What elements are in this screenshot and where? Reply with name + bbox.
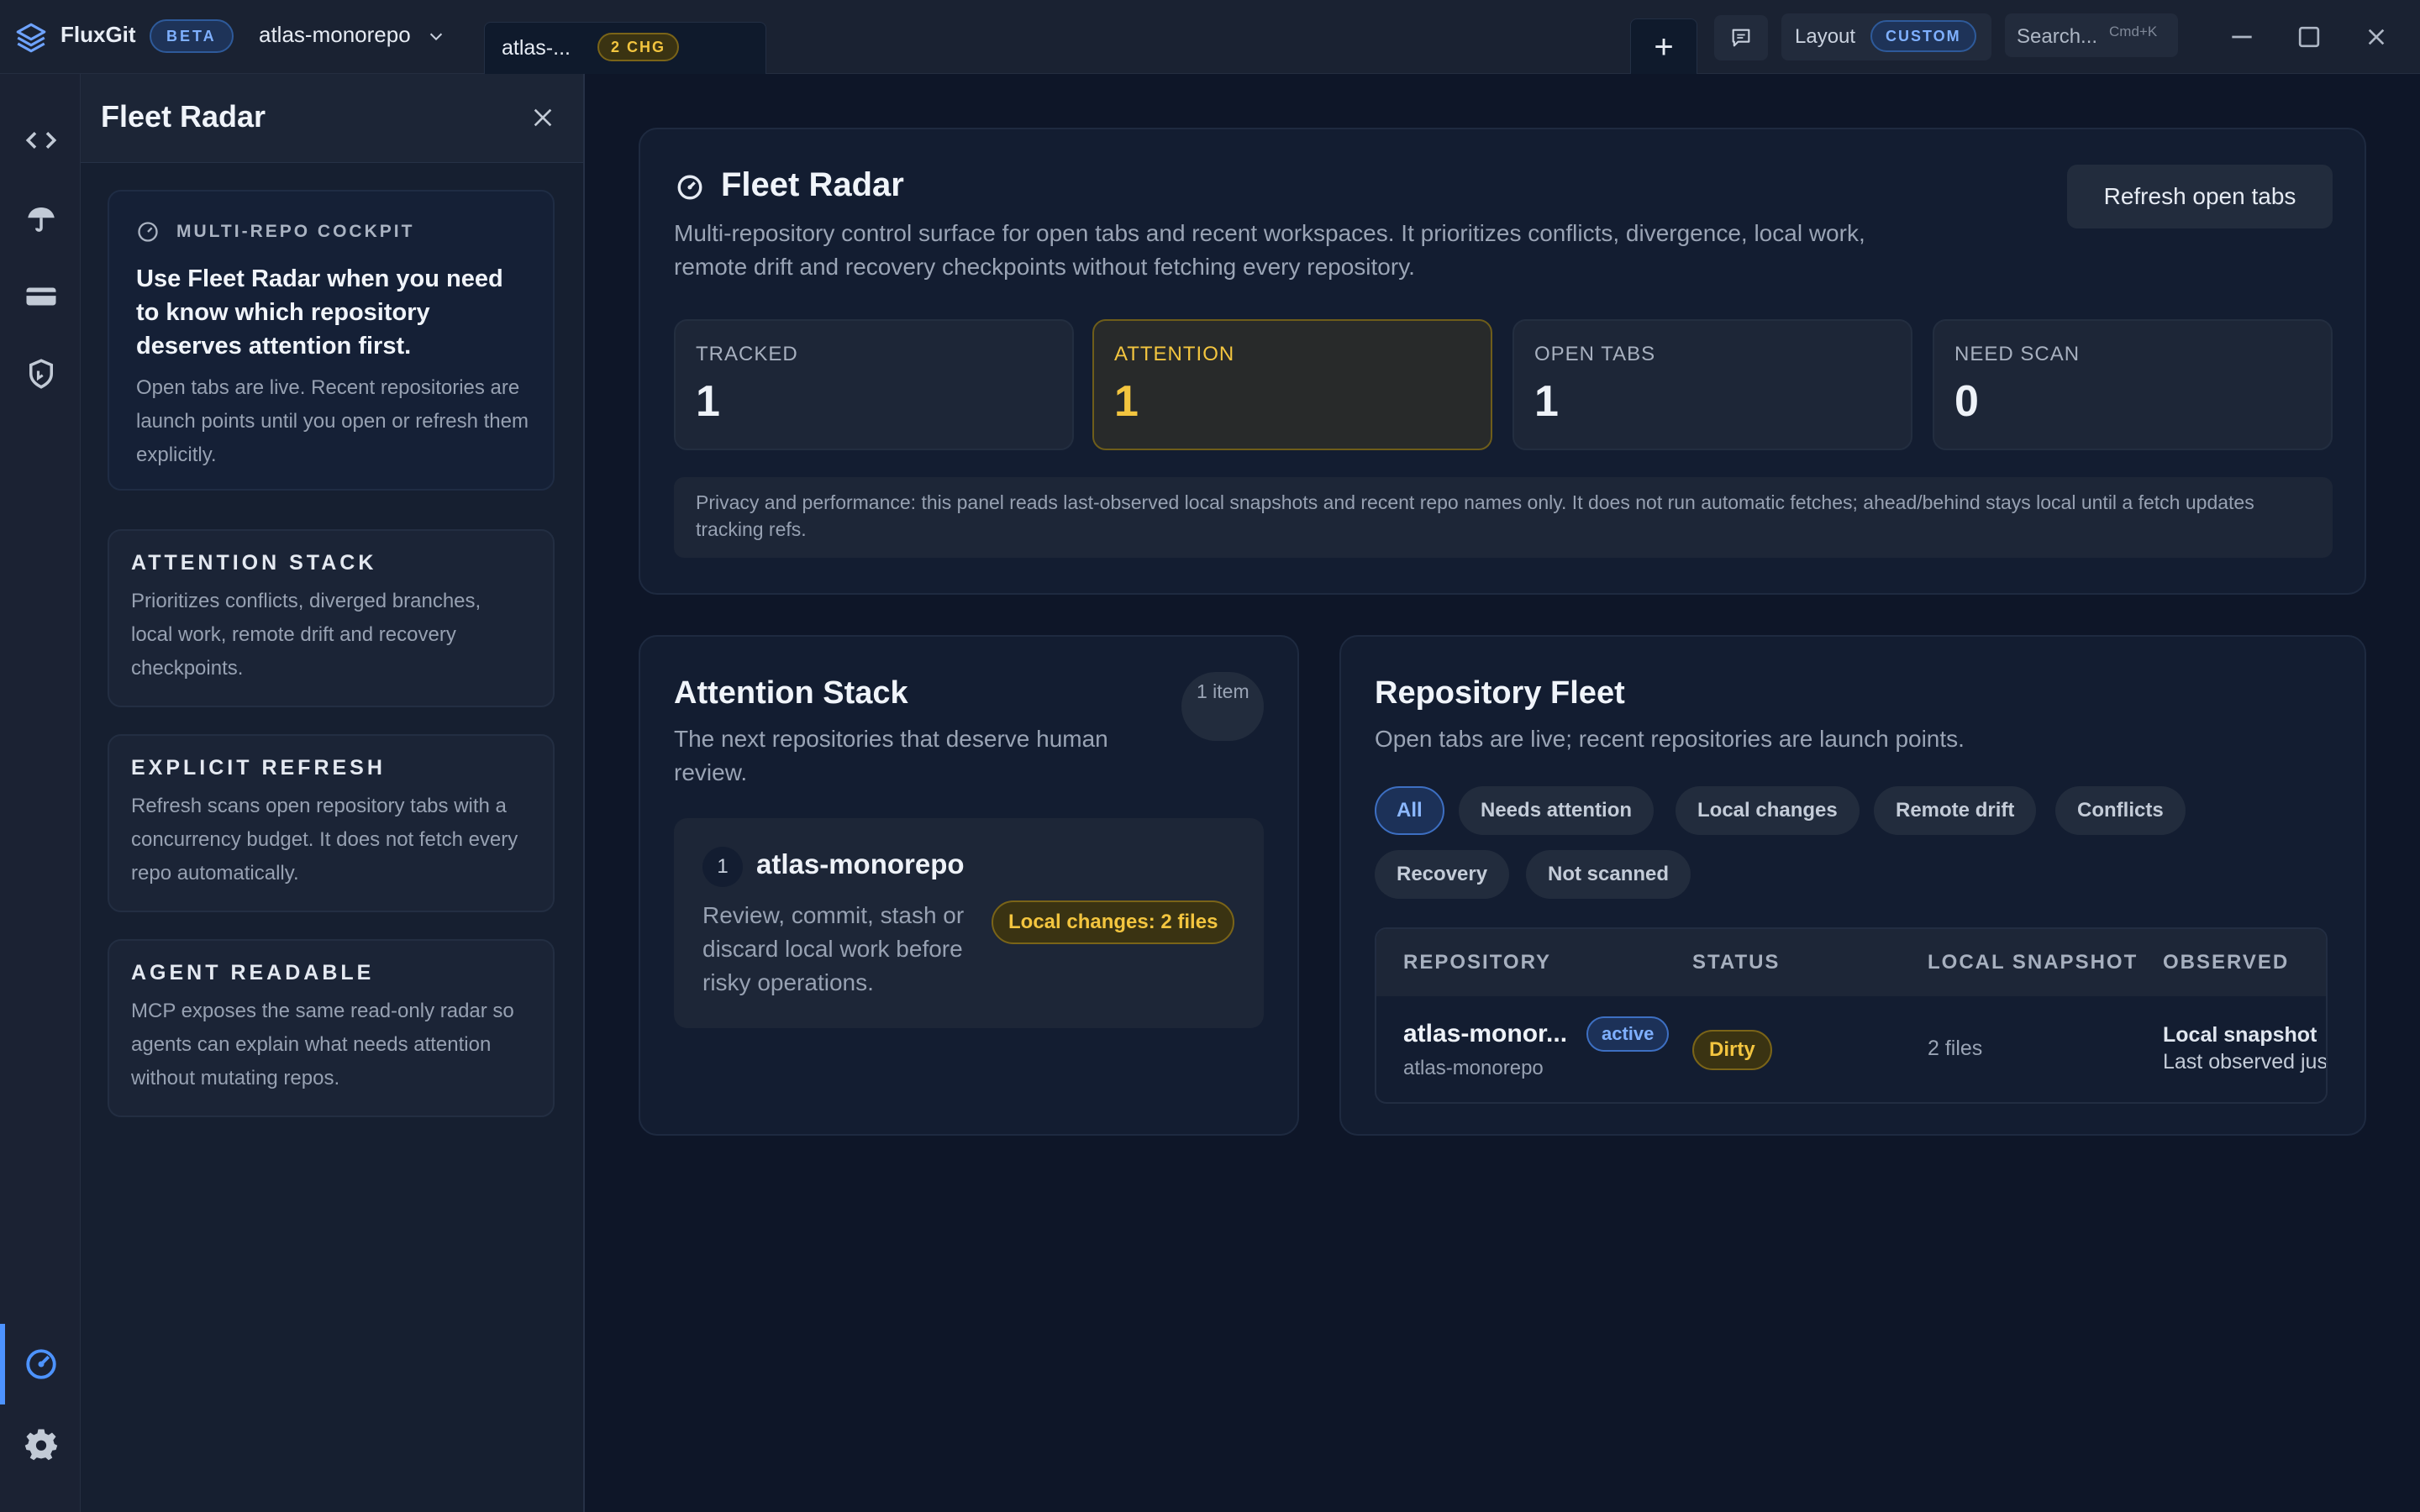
explicit-refresh-card-title: EXPLICIT REFRESH xyxy=(131,756,386,780)
stat-value: 1 xyxy=(696,377,720,426)
agent-readable-card-body: MCP exposes the same read-only radar so … xyxy=(131,1000,514,1089)
filter-conflicts[interactable]: Conflicts xyxy=(2055,786,2186,835)
sidebar-title: Fleet Radar xyxy=(101,99,266,134)
repository-fleet-panel: Repository Fleet Open tabs are live; rec… xyxy=(1339,635,2366,1136)
attention-stack-card: ATTENTION STACK Prioritizes conflicts, d… xyxy=(108,529,555,707)
radar-icon[interactable] xyxy=(24,1347,59,1382)
gear-icon[interactable] xyxy=(24,1426,59,1462)
maximize-icon[interactable] xyxy=(2292,20,2326,54)
attention-description: Review, commit, stash or discard local w… xyxy=(702,902,965,995)
cockpit-card: MULTI-REPO COCKPIT Use Fleet Radar when … xyxy=(108,190,555,491)
stat-value: 1 xyxy=(1534,377,1559,426)
chat-icon xyxy=(1732,29,1750,47)
activity-rail xyxy=(0,74,81,1512)
attention-item[interactable]: 1 atlas-monorepo Review, commit, stash o… xyxy=(674,818,1264,1028)
page-description: Multi-repository control surface for ope… xyxy=(674,220,1865,280)
cockpit-lead: Use Fleet Radar when you need to know wh… xyxy=(136,265,503,360)
sidebar-header: Fleet Radar xyxy=(81,74,583,163)
radar-small-icon xyxy=(138,222,158,242)
minimize-icon[interactable] xyxy=(2225,20,2259,54)
filter-local-changes[interactable]: Local changes xyxy=(1676,786,1860,835)
column-observed[interactable]: OBSERVED xyxy=(2163,951,2289,974)
repo-name: atlas-monor... xyxy=(1403,1020,1568,1047)
repository-fleet-title: Repository Fleet xyxy=(1375,675,1625,711)
cockpit-kicker: MULTI-REPO COCKPIT xyxy=(176,222,415,241)
agent-readable-card-title: AGENT READABLE xyxy=(131,961,375,984)
attention-stack-subtitle: The next repositories that deserve human… xyxy=(674,726,1108,785)
local-snapshot-value: 2 files xyxy=(1928,1037,1983,1060)
repo-tab[interactable]: atlas-... 2 CHG xyxy=(484,22,766,74)
umbrella-icon[interactable] xyxy=(24,202,59,237)
chat-button[interactable] xyxy=(1714,15,1768,60)
chevron-down-icon[interactable] xyxy=(427,27,445,45)
changes-badge: 2 CHG xyxy=(597,33,680,61)
new-tab-button[interactable]: + xyxy=(1630,18,1697,74)
column-repository[interactable]: REPOSITORY xyxy=(1403,951,1551,974)
attention-stack-title: Attention Stack xyxy=(674,675,908,711)
search-shortcut: Cmd+K xyxy=(2109,24,2158,39)
filter-recovery[interactable]: Recovery xyxy=(1375,850,1510,899)
column-status[interactable]: STATUS xyxy=(1692,951,1780,974)
observed-detail: Last observed jus xyxy=(2163,1050,2328,1074)
attention-repo-name: atlas-monorepo xyxy=(756,848,965,879)
layout-selector[interactable]: Layout CUSTOM xyxy=(1781,13,1991,60)
attention-stack-card-body: Prioritizes conflicts, diverged branches… xyxy=(131,590,481,680)
shield-icon[interactable] xyxy=(24,356,59,391)
privacy-note: Privacy and performance: this panel read… xyxy=(674,477,2333,558)
search-placeholder: Search... xyxy=(2017,25,2098,48)
stat-need-scan: NEED SCAN 0 xyxy=(1933,319,2333,450)
local-changes-badge: Local changes: 2 files xyxy=(992,900,1235,944)
beta-badge: BETA xyxy=(150,19,234,53)
stat-value: 0 xyxy=(1954,377,1979,426)
repo-selector[interactable]: atlas-monorepo xyxy=(259,22,411,48)
explicit-refresh-card: EXPLICIT REFRESH Refresh scans open repo… xyxy=(108,734,555,912)
layers-logo-icon xyxy=(16,23,46,53)
card-icon[interactable] xyxy=(24,279,59,314)
stat-label: ATTENTION xyxy=(1114,343,1235,365)
fleet-radar-sidebar: Fleet Radar MULTI-REPO COCKPIT Use Fleet… xyxy=(81,74,585,1512)
code-icon[interactable] xyxy=(24,123,59,158)
status-badge: Dirty xyxy=(1692,1030,1772,1070)
stat-label: NEED SCAN xyxy=(1954,343,2081,365)
cockpit-body: Open tabs are live. Recent repositories … xyxy=(136,376,529,466)
app-name: FluxGit xyxy=(60,22,136,47)
repository-fleet-subtitle: Open tabs are live; recent repositories … xyxy=(1375,726,1965,752)
repo-tab-label: atlas-... xyxy=(502,36,571,60)
stat-attention: ATTENTION 1 xyxy=(1092,319,1492,450)
attention-stack-card-title: ATTENTION STACK xyxy=(131,551,377,575)
close-window-icon[interactable] xyxy=(2360,20,2393,54)
observed-title: Local snapshot xyxy=(2163,1023,2317,1047)
filter-not-scanned[interactable]: Not scanned xyxy=(1526,850,1691,899)
active-indicator xyxy=(0,1324,5,1404)
fleet-radar-panel: Fleet Radar Multi-repository control sur… xyxy=(639,128,2366,595)
stat-label: TRACKED xyxy=(696,343,798,365)
item-count-badge: 1 item xyxy=(1181,672,1264,741)
attention-rank: 1 xyxy=(702,847,743,887)
refresh-open-tabs-button[interactable]: Refresh open tabs xyxy=(2067,165,2333,228)
layout-label: Layout xyxy=(1795,25,1856,48)
radar-title-icon xyxy=(677,175,702,200)
active-badge: active xyxy=(1586,1016,1670,1052)
agent-readable-card: AGENT READABLE MCP exposes the same read… xyxy=(108,939,555,1117)
filter-needs-attention[interactable]: Needs attention xyxy=(1459,786,1655,835)
stat-open-tabs: OPEN TABS 1 xyxy=(1512,319,1912,450)
stat-value: 1 xyxy=(1114,377,1139,426)
column-local-snapshot[interactable]: LOCAL SNAPSHOT xyxy=(1928,951,2138,974)
filter-remote-drift[interactable]: Remote drift xyxy=(1874,786,2037,835)
stat-tracked: TRACKED 1 xyxy=(674,319,1074,450)
close-icon[interactable] xyxy=(529,104,556,131)
title-bar: FluxGit BETA atlas-monorepo atlas-... 2 … xyxy=(0,0,2420,74)
search-input[interactable]: Search... Cmd+K xyxy=(2005,13,2178,57)
layout-badge: CUSTOM xyxy=(1870,20,1976,52)
filter-all[interactable]: All xyxy=(1375,786,1444,835)
repository-table: REPOSITORY STATUS LOCAL SNAPSHOT OBSERVE… xyxy=(1375,927,2328,1104)
stat-label: OPEN TABS xyxy=(1534,343,1656,365)
explicit-refresh-card-body: Refresh scans open repository tabs with … xyxy=(131,795,518,885)
page-title: Fleet Radar xyxy=(721,166,904,203)
repo-subname: atlas-monorepo xyxy=(1403,1057,1544,1079)
table-header: REPOSITORY STATUS LOCAL SNAPSHOT OBSERVE… xyxy=(1376,929,2326,996)
attention-stack-panel: Attention Stack The next repositories th… xyxy=(639,635,1299,1136)
